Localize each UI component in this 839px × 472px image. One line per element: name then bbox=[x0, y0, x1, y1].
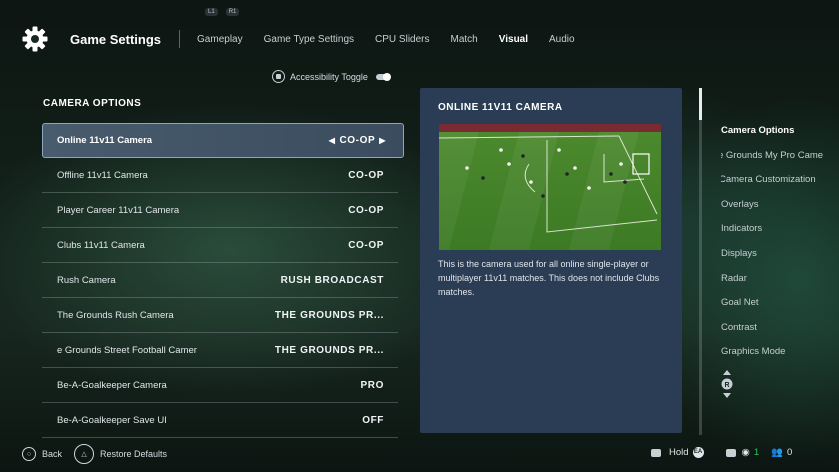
menu-item-radar[interactable]: Radar bbox=[721, 273, 839, 298]
tab-cpu-sliders[interactable]: CPU Sliders bbox=[375, 34, 429, 45]
l1-chip: L1 bbox=[205, 8, 218, 16]
right-stick-icon: R bbox=[724, 382, 729, 389]
menu-item-grounds-my-pro-camera[interactable]: e Grounds My Pro Came bbox=[721, 150, 839, 175]
setting-value: CO-OP bbox=[348, 239, 384, 251]
friends-count: 0 bbox=[786, 447, 793, 458]
setting-value: CO-OP bbox=[348, 169, 384, 181]
restore-defaults-label[interactable]: Restore Defaults bbox=[100, 449, 167, 459]
tab-game-type-settings[interactable]: Game Type Settings bbox=[264, 34, 354, 45]
setting-row[interactable]: Offline 11v11 Camera CO-OP bbox=[42, 158, 398, 193]
right-stick-scroll-hint: R bbox=[720, 370, 734, 403]
ea-logo-icon: EA bbox=[692, 447, 704, 458]
header: Game Settings Gameplay Game Type Setting… bbox=[20, 22, 596, 56]
tab-match[interactable]: Match bbox=[451, 34, 478, 45]
setting-label: Be-A-Goalkeeper Camera bbox=[57, 379, 167, 391]
arrow-right-icon[interactable]: ▶ bbox=[379, 136, 386, 145]
list-scrollbar[interactable] bbox=[699, 88, 702, 435]
setting-row[interactable]: The Grounds Rush Camera THE GROUNDS PR..… bbox=[42, 298, 398, 333]
setting-label: Rush Camera bbox=[57, 274, 116, 286]
setting-row[interactable]: Online 11v11 Camera ◀ CO-OP ▶ bbox=[42, 123, 404, 158]
setting-label: Be-A-Goalkeeper Save UI bbox=[57, 414, 167, 426]
panel-title: ONLINE 11V11 CAMERA bbox=[438, 102, 563, 113]
page-title: Game Settings bbox=[70, 31, 162, 47]
triangle-button-icon: △ bbox=[74, 444, 95, 464]
circle-button-icon: ○ bbox=[22, 447, 36, 461]
setting-label: Player Career 11v11 Camera bbox=[57, 204, 180, 216]
setting-value: RUSH BROADCAST bbox=[280, 274, 384, 286]
setting-row[interactable]: Clubs 11v11 Camera CO-OP bbox=[42, 228, 398, 263]
setting-label: Online 11v11 Camera bbox=[57, 135, 153, 146]
footer-hints: ○ Back △ Restore Defaults bbox=[22, 444, 167, 464]
menu-item-camera-customization[interactable]: Camera Customization bbox=[721, 174, 839, 199]
setting-value: THE GROUNDS PR... bbox=[274, 309, 384, 321]
accessibility-toggle-row[interactable]: Accessibility Toggle bbox=[272, 70, 391, 83]
setting-value: ◀ CO-OP ▶ bbox=[328, 135, 386, 146]
setting-label: Clubs 11v11 Camera bbox=[57, 239, 145, 251]
accessibility-toggle-switch[interactable] bbox=[375, 72, 391, 81]
menu-item-indicators[interactable]: Indicators bbox=[721, 223, 839, 248]
back-label[interactable]: Back bbox=[42, 449, 62, 459]
gear-icon bbox=[20, 24, 50, 54]
setting-row[interactable]: Player Career 11v11 Camera CO-OP bbox=[42, 193, 398, 228]
menu-item-goal-net[interactable]: Goal Net bbox=[721, 297, 839, 322]
accessibility-button-icon bbox=[272, 70, 285, 83]
setting-value: CO-OP bbox=[348, 204, 384, 216]
setting-label: The Grounds Rush Camera bbox=[57, 309, 174, 321]
tab-visual[interactable]: Visual bbox=[499, 34, 528, 45]
accessibility-toggle-label: Accessibility Toggle bbox=[290, 71, 368, 82]
section-title: CAMERA OPTIONS bbox=[43, 98, 142, 109]
touchpad-icon bbox=[651, 448, 661, 457]
wifi-icon: ◉ bbox=[741, 447, 750, 458]
shoulder-button-hints: L1 R1 bbox=[205, 8, 240, 16]
camera-options-list: Online 11v11 Camera ◀ CO-OP ▶ Offline 11v1… bbox=[42, 123, 404, 438]
r1-chip: R1 bbox=[225, 8, 240, 16]
camera-preview-image bbox=[439, 124, 661, 250]
description-panel: ONLINE 11V11 CAMERA This is the camera u… bbox=[420, 88, 682, 433]
setting-row[interactable]: Be-A-Goalkeeper Camera PRO bbox=[42, 368, 398, 403]
menu-item-overlays[interactable]: Overlays bbox=[721, 199, 839, 224]
setting-value: PRO bbox=[360, 379, 384, 391]
online-count: 1 bbox=[753, 447, 760, 458]
hold-label: Hold bbox=[669, 447, 689, 458]
setting-row[interactable]: e Grounds Street Football Camer THE GROU… bbox=[42, 333, 398, 368]
tab-bar: Gameplay Game Type Settings CPU Sliders … bbox=[197, 34, 596, 45]
setting-value: THE GROUNDS PR... bbox=[274, 344, 384, 356]
menu-item-graphics-mode[interactable]: Graphics Mode bbox=[721, 346, 839, 371]
setting-value: OFF bbox=[362, 414, 384, 426]
panel-description: This is the camera used for all online s… bbox=[438, 259, 660, 297]
setting-label: Offline 11v11 Camera bbox=[57, 169, 148, 181]
setting-label: e Grounds Street Football Camer bbox=[57, 344, 197, 356]
controller-slot-icon bbox=[725, 448, 736, 457]
arrow-left-icon[interactable]: ◀ bbox=[329, 136, 336, 145]
setting-row[interactable]: Be-A-Goalkeeper Save UI OFF bbox=[42, 403, 398, 438]
menu-item-camera-options[interactable]: Camera Options bbox=[721, 125, 839, 150]
category-menu: Camera Options e Grounds My Pro Came Cam… bbox=[721, 125, 839, 371]
setting-row[interactable]: Rush Camera RUSH BROADCAST bbox=[42, 263, 398, 298]
scrollbar-thumb[interactable] bbox=[699, 88, 702, 120]
header-divider bbox=[179, 30, 181, 48]
footer-status: Hold EA ◉ 1 👥 0 bbox=[651, 447, 792, 458]
tab-gameplay[interactable]: Gameplay bbox=[197, 34, 243, 45]
menu-item-displays[interactable]: Displays bbox=[721, 248, 839, 273]
menu-item-contrast[interactable]: Contrast bbox=[721, 322, 839, 347]
friends-icon: 👥 bbox=[771, 447, 783, 458]
tab-audio[interactable]: Audio bbox=[549, 34, 575, 45]
